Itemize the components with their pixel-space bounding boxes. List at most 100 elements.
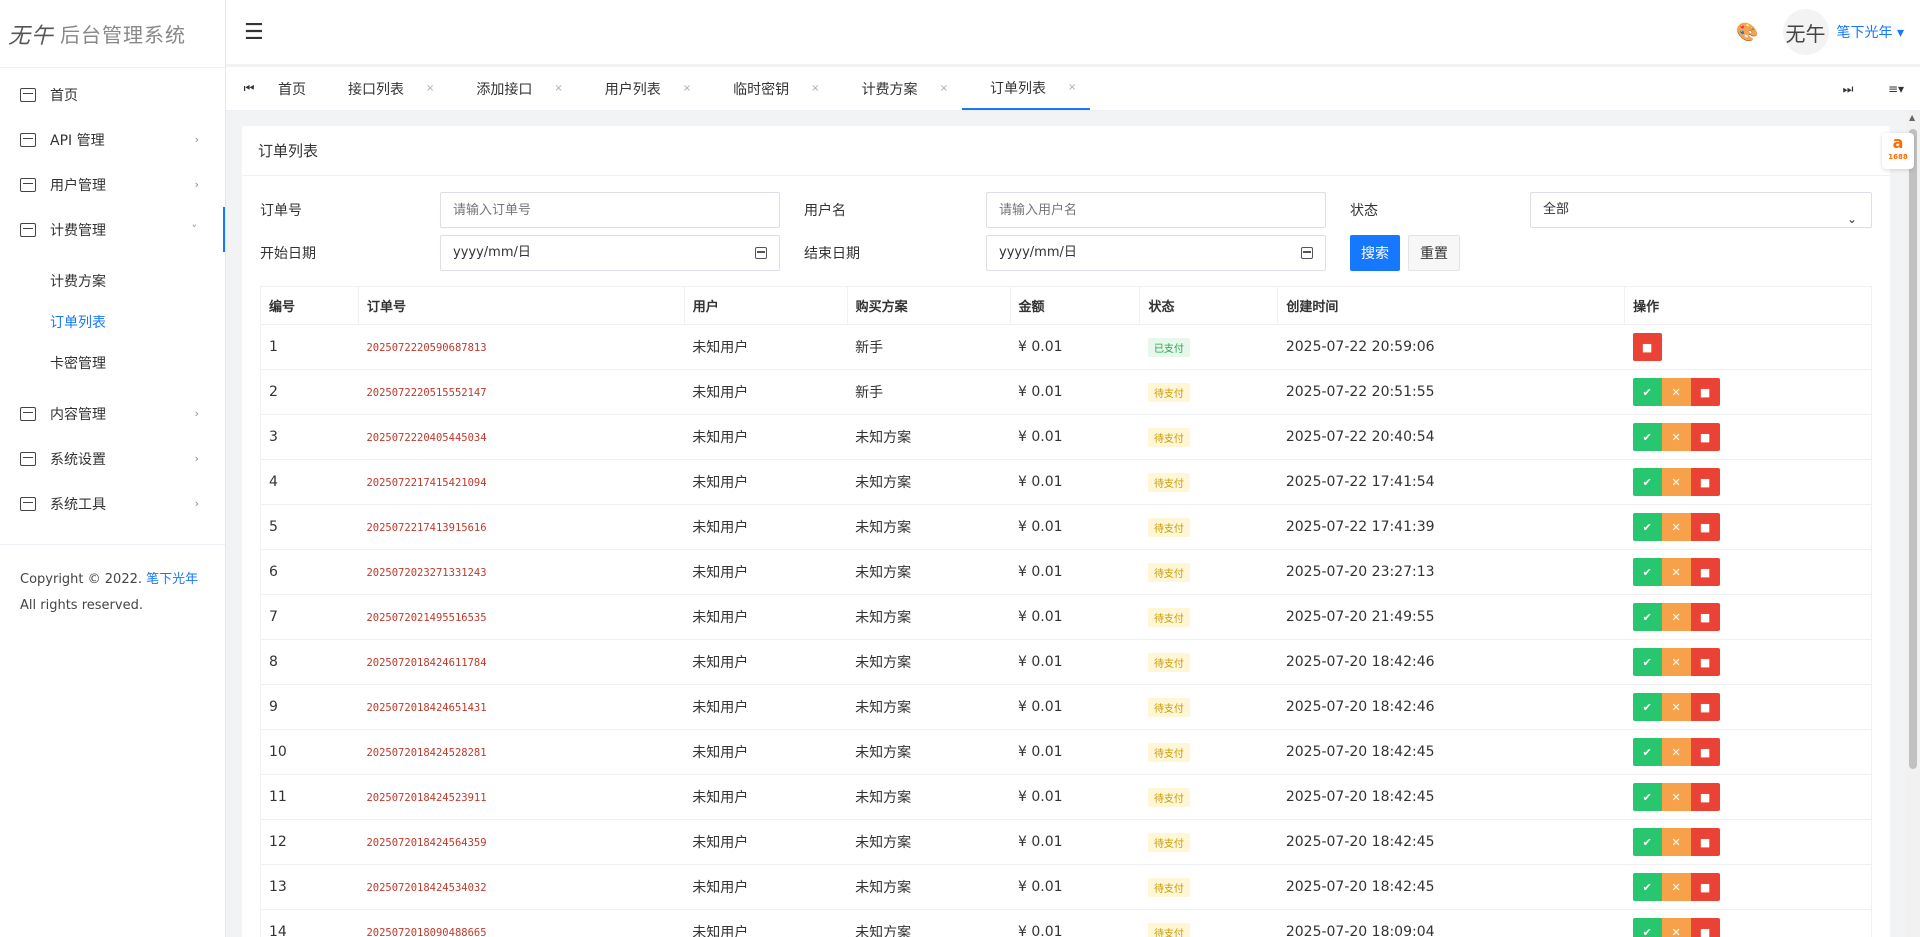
confirm-button[interactable]: ✔: [1632, 468, 1662, 496]
logo[interactable]: 无午 后台管理系统: [0, 0, 225, 67]
tab-order-list[interactable]: 订单列表 ×: [961, 67, 1091, 110]
sidebar-item-content[interactable]: 内容管理 ›: [0, 391, 225, 436]
menu-toggle-icon[interactable]: ☰: [244, 20, 264, 45]
tab-user-list[interactable]: 用户列表 ×: [577, 67, 705, 110]
confirm-button[interactable]: ✔: [1632, 648, 1662, 676]
tabs-next-icon[interactable]: ⏭: [1824, 82, 1872, 97]
column-header: 订单号: [357, 286, 685, 325]
reset-button[interactable]: 重置: [1408, 235, 1460, 271]
scroll-up-icon[interactable]: ▲: [1909, 113, 1915, 122]
cancel-button[interactable]: ✕: [1661, 918, 1691, 937]
cell-status: 待支付: [1139, 459, 1278, 505]
avatar[interactable]: 无午: [1782, 9, 1829, 55]
confirm-button[interactable]: ✔: [1632, 513, 1662, 541]
delete-button[interactable]: ■: [1690, 828, 1720, 856]
close-icon[interactable]: ×: [554, 83, 562, 94]
scrollbar[interactable]: ▲: [1906, 111, 1920, 937]
status-badge: 待支付: [1147, 427, 1190, 447]
cell-id: 1: [260, 324, 359, 370]
cancel-button[interactable]: ✕: [1661, 423, 1691, 451]
palette-icon[interactable]: 🎨: [1736, 22, 1758, 43]
username-input[interactable]: [986, 192, 1326, 228]
cancel-button[interactable]: ✕: [1661, 513, 1691, 541]
delete-button[interactable]: ■: [1690, 693, 1720, 721]
confirm-button[interactable]: ✔: [1632, 873, 1662, 901]
search-button[interactable]: 搜索: [1350, 235, 1400, 271]
tabs-prev-icon[interactable]: ⏮: [226, 67, 272, 110]
cell-id: 7: [260, 594, 359, 640]
confirm-button[interactable]: ✔: [1632, 693, 1662, 721]
chevron-right-icon: ›: [194, 178, 199, 191]
cancel-button[interactable]: ✕: [1661, 738, 1691, 766]
sidebar-subitem-plans[interactable]: 计费方案: [0, 260, 225, 301]
sidebar-item-settings[interactable]: 系统设置 ›: [0, 436, 225, 481]
order-input[interactable]: [440, 192, 780, 228]
cancel-button[interactable]: ✕: [1661, 693, 1691, 721]
delete-button[interactable]: ■: [1690, 558, 1720, 586]
cell-actions: ✔ ✕ ■: [1624, 774, 1872, 820]
confirm-button[interactable]: ✔: [1632, 558, 1662, 586]
tab-home[interactable]: 首页: [272, 67, 320, 110]
cell-order-no: 2025072018424528281: [358, 729, 685, 775]
cancel-button[interactable]: ✕: [1661, 378, 1691, 406]
tabs-menu-icon[interactable]: ≡▾: [1872, 82, 1920, 96]
tab-temp-key[interactable]: 临时密钥 ×: [705, 67, 833, 110]
status-select[interactable]: 全部 ⌄: [1530, 192, 1872, 228]
close-icon[interactable]: ×: [811, 83, 819, 94]
close-icon[interactable]: ×: [1068, 82, 1076, 93]
sidebar-subitem-orders[interactable]: 订单列表: [0, 301, 225, 342]
sidebar-item-tools[interactable]: 系统工具 ›: [0, 481, 225, 526]
sidebar-subitem-cards[interactable]: 卡密管理: [0, 342, 225, 383]
close-icon[interactable]: ×: [426, 83, 434, 94]
confirm-button[interactable]: ✔: [1632, 738, 1662, 766]
cell-created-time: 2025-07-20 18:42:46: [1277, 639, 1625, 685]
end-date-input[interactable]: yyyy/mm/日: [986, 235, 1326, 271]
scroll-thumb[interactable]: [1909, 129, 1917, 769]
copyright-link[interactable]: 笔下光年: [146, 572, 198, 587]
sidebar-item-home[interactable]: 首页: [0, 72, 225, 117]
delete-button[interactable]: ■: [1690, 513, 1720, 541]
user-menu[interactable]: 笔下光年 ▾: [1837, 22, 1904, 42]
delete-button[interactable]: ■: [1690, 468, 1720, 496]
sidebar-item-label: 内容管理: [50, 406, 106, 423]
tab-api-list[interactable]: 接口列表 ×: [320, 67, 448, 110]
delete-button[interactable]: ■: [1632, 333, 1662, 361]
confirm-button[interactable]: ✔: [1632, 423, 1662, 451]
floating-widget-icon[interactable]: a 1688: [1882, 133, 1914, 169]
delete-button[interactable]: ■: [1690, 423, 1720, 451]
confirm-button[interactable]: ✔: [1632, 828, 1662, 856]
delete-button[interactable]: ■: [1690, 378, 1720, 406]
cell-status: 待支付: [1139, 549, 1278, 595]
cancel-button[interactable]: ✕: [1661, 648, 1691, 676]
close-icon[interactable]: ×: [940, 83, 948, 94]
cancel-button[interactable]: ✕: [1661, 603, 1691, 631]
calendar-icon[interactable]: [755, 247, 767, 259]
cell-amount: ¥ 0.01: [1010, 774, 1140, 820]
tab-label: 订单列表: [989, 80, 1046, 97]
delete-button[interactable]: ■: [1690, 603, 1720, 631]
cancel-button[interactable]: ✕: [1661, 783, 1691, 811]
cancel-button[interactable]: ✕: [1661, 468, 1691, 496]
start-date-input[interactable]: yyyy/mm/日: [440, 235, 780, 271]
cancel-button[interactable]: ✕: [1661, 873, 1691, 901]
confirm-button[interactable]: ✔: [1632, 918, 1662, 937]
delete-button[interactable]: ■: [1690, 648, 1720, 676]
calendar-icon[interactable]: [1301, 247, 1313, 259]
cell-status: 待支付: [1139, 369, 1278, 415]
tab-billing-plans[interactable]: 计费方案 ×: [834, 67, 962, 110]
sidebar-item-api[interactable]: API 管理 ›: [0, 117, 225, 162]
confirm-button[interactable]: ✔: [1632, 783, 1662, 811]
cancel-button[interactable]: ✕: [1661, 828, 1691, 856]
sidebar-item-users[interactable]: 用户管理 ›: [0, 162, 225, 207]
delete-button[interactable]: ■: [1690, 738, 1720, 766]
delete-button[interactable]: ■: [1690, 783, 1720, 811]
close-icon[interactable]: ×: [683, 83, 691, 94]
delete-button[interactable]: ■: [1690, 873, 1720, 901]
tab-add-api[interactable]: 添加接口 ×: [448, 67, 576, 110]
action-group: ✔ ✕ ■: [1632, 783, 1871, 811]
confirm-button[interactable]: ✔: [1632, 603, 1662, 631]
sidebar-item-billing[interactable]: 计费管理 ˅: [0, 207, 225, 252]
cancel-button[interactable]: ✕: [1661, 558, 1691, 586]
confirm-button[interactable]: ✔: [1632, 378, 1662, 406]
delete-button[interactable]: ■: [1690, 918, 1720, 937]
